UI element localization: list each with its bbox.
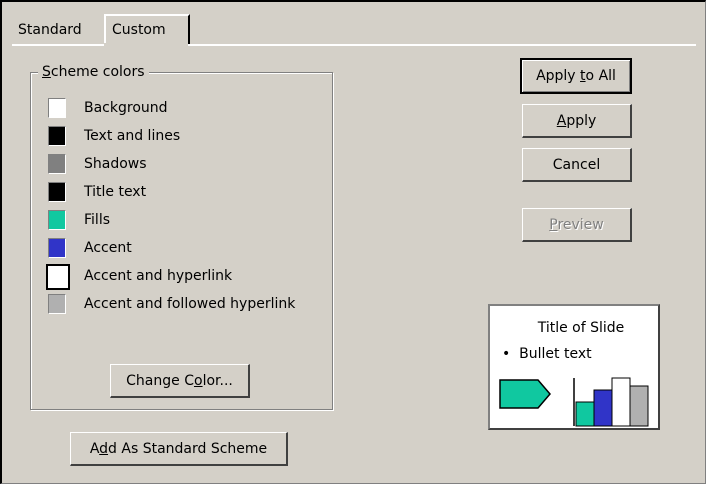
- color-label: Shadows: [84, 156, 147, 172]
- color-swatch[interactable]: [48, 238, 66, 258]
- legend-mnemonic: S: [42, 64, 51, 80]
- preview-graphics: [499, 377, 649, 427]
- apply-to-all-prefix: Apply: [536, 68, 581, 84]
- change-color-prefix: Change C: [126, 372, 194, 389]
- scheme-preview-panel: Title of Slide • Bullet text: [488, 304, 660, 430]
- change-color-rest: lor...: [202, 372, 233, 389]
- tab-standard-label: Standard: [18, 22, 82, 38]
- color-label: Accent and followed hyperlink: [84, 296, 296, 312]
- legend-rest: cheme colors: [50, 64, 145, 80]
- color-swatch[interactable]: [48, 210, 66, 230]
- color-swatch[interactable]: [48, 154, 66, 174]
- apply-to-all-rest: o All: [585, 68, 616, 84]
- tab-standard[interactable]: Standard: [12, 16, 100, 44]
- color-swatch[interactable]: [48, 182, 66, 202]
- color-swatch[interactable]: [46, 264, 70, 290]
- apply-rest: pply: [566, 112, 597, 129]
- chart-bar-4: [629, 385, 649, 427]
- color-swatch-fill: [49, 239, 65, 257]
- color-label: Text and lines: [84, 128, 181, 144]
- color-swatch[interactable]: [48, 294, 66, 314]
- add-as-standard-scheme-button[interactable]: Add As Standard Scheme: [70, 432, 288, 466]
- color-swatch-fill: [49, 211, 65, 229]
- change-color-mnemonic: o: [193, 372, 203, 389]
- tab-custom[interactable]: Custom: [104, 14, 190, 44]
- apply-to-all-button[interactable]: Apply to All: [520, 58, 632, 94]
- scheme-colors-legend: Scheme colors: [38, 62, 149, 82]
- color-label: Accent and hyperlink: [84, 268, 233, 284]
- color-swatch-fill: [48, 266, 68, 288]
- add-standard-rest: d As Standard Scheme: [108, 440, 268, 457]
- preview-rest: review: [557, 216, 604, 233]
- preview-button[interactable]: Preview: [522, 208, 632, 242]
- cancel-button[interactable]: Cancel: [522, 148, 632, 182]
- apply-mnemonic: A: [556, 112, 567, 129]
- chart-bar-2: [593, 389, 613, 427]
- arrow-shape-icon: [499, 379, 551, 409]
- tab-custom-label: Custom: [112, 22, 166, 38]
- apply-button[interactable]: Apply: [522, 104, 632, 138]
- chart-bar-3: [611, 377, 631, 427]
- tab-custom-join: [104, 43, 188, 47]
- color-swatch[interactable]: [48, 98, 66, 118]
- color-swatch-fill: [49, 183, 65, 201]
- color-label: Background: [84, 100, 168, 116]
- color-swatch-fill: [49, 99, 65, 117]
- color-swatch[interactable]: [48, 126, 66, 146]
- color-label: Title text: [84, 184, 147, 200]
- color-swatch-fill: [49, 295, 65, 313]
- change-color-button[interactable]: Change Color...: [110, 364, 250, 398]
- cancel-label: Cancel: [552, 156, 601, 173]
- color-swatch-fill: [49, 127, 65, 145]
- scheme-colors-group: [30, 72, 333, 410]
- color-label: Accent: [84, 240, 132, 256]
- add-standard-mnemonic: d: [99, 440, 109, 457]
- color-label: Fills: [84, 212, 110, 228]
- add-standard-prefix: A: [89, 440, 100, 457]
- color-swatch-fill: [49, 155, 65, 173]
- chart-bar-1: [575, 401, 595, 427]
